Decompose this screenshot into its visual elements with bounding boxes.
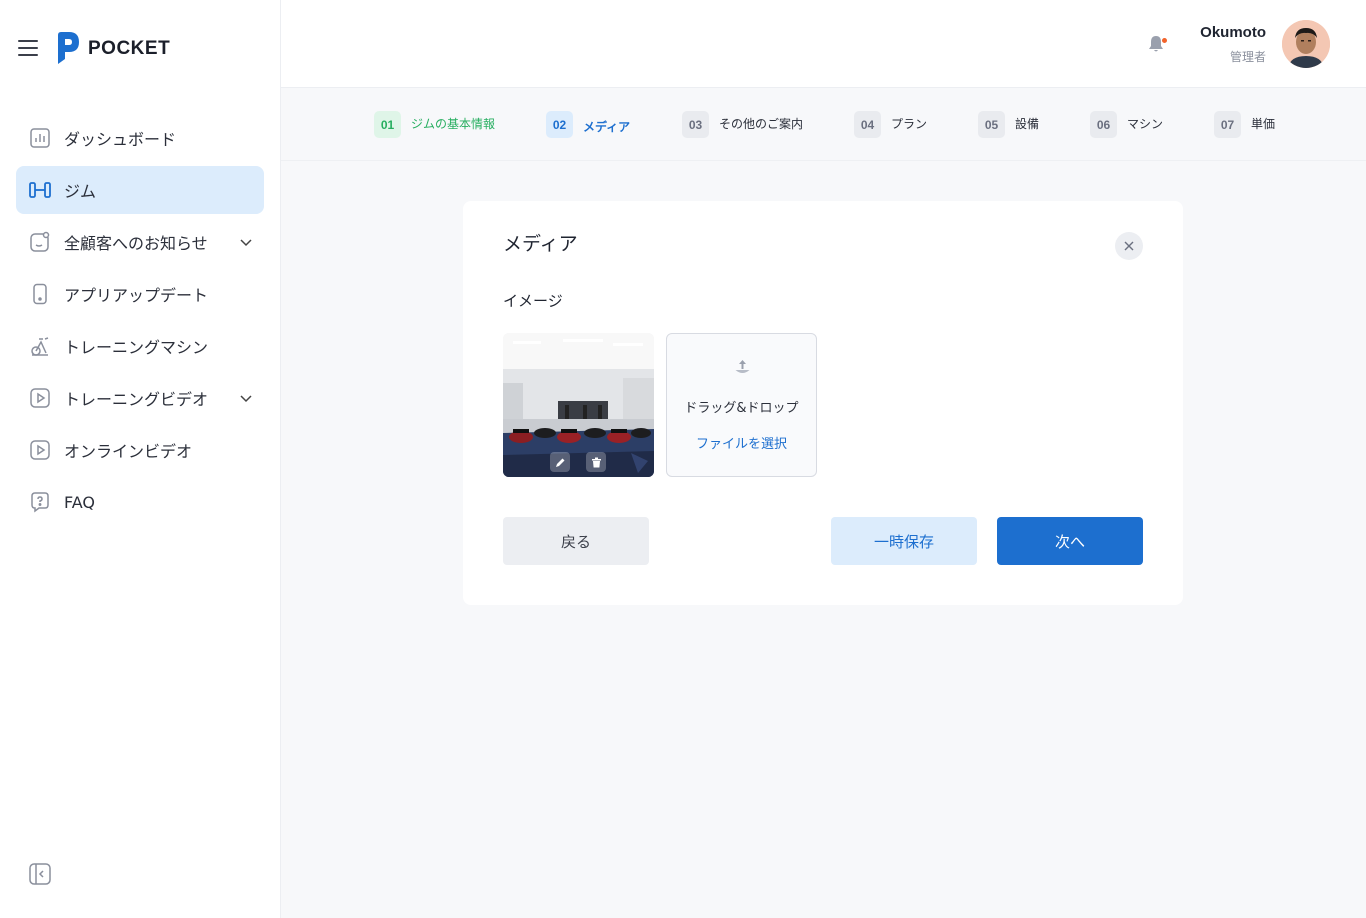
step-label: その他のご案内 xyxy=(719,117,804,131)
video-play-icon xyxy=(28,386,52,410)
step-basic-info[interactable]: 01 ジムの基本情報 xyxy=(374,111,495,138)
step-plan[interactable]: 04 プラン xyxy=(854,111,927,138)
media-card: メディア イメージ ドラッグ&ドロップ ファイルを選択 戻る 一時保存 次へ xyxy=(463,201,1183,605)
step-unit-price[interactable]: 07 単価 xyxy=(1214,111,1275,138)
back-button[interactable]: 戻る xyxy=(503,517,649,565)
uploaded-image[interactable] xyxy=(503,333,654,477)
chevron-down-icon[interactable] xyxy=(238,390,254,406)
step-label: マシン xyxy=(1127,117,1164,131)
sidebar-item-label: ダッシュボード xyxy=(64,130,177,149)
upload-icon xyxy=(735,360,750,373)
pencil-icon xyxy=(555,458,564,467)
bar-chart-icon xyxy=(28,126,52,150)
close-button[interactable] xyxy=(1115,232,1143,260)
close-icon xyxy=(1124,241,1134,251)
sidebar: POCKET ダッシュボード ジム 全顧客へのお知らせ アプリアップデート トレ… xyxy=(0,0,281,918)
user-name: Okumoto xyxy=(1200,24,1266,41)
pocket-logo-icon xyxy=(58,32,79,64)
sidebar-item-label: ジム xyxy=(64,182,97,201)
collapse-sidebar-icon[interactable] xyxy=(28,862,52,886)
next-button[interactable]: 次へ xyxy=(997,517,1143,565)
dropzone-text: ドラッグ&ドロップ xyxy=(684,401,799,416)
step-number: 02 xyxy=(546,111,573,138)
gym-photo xyxy=(503,333,654,477)
image-dropzone[interactable]: ドラッグ&ドロップ ファイルを選択 xyxy=(666,333,817,477)
sidebar-item-training-machine[interactable]: トレーニングマシン xyxy=(16,322,264,370)
sidebar-item-label: オンラインビデオ xyxy=(64,442,193,461)
notification-dot xyxy=(1161,37,1168,44)
card-title: メディア xyxy=(503,233,578,255)
save-draft-button[interactable]: 一時保存 xyxy=(831,517,977,565)
avatar[interactable] xyxy=(1282,20,1330,68)
step-other-info[interactable]: 03 その他のご案内 xyxy=(682,111,803,138)
logo[interactable]: POCKET xyxy=(56,31,170,65)
select-file-link[interactable]: ファイルを選択 xyxy=(667,433,816,452)
delete-image-button[interactable] xyxy=(586,452,606,472)
question-bubble-icon xyxy=(28,490,52,514)
section-label: イメージ xyxy=(503,292,563,310)
phone-icon xyxy=(28,282,52,306)
sidebar-item-dashboard[interactable]: ダッシュボード xyxy=(16,114,264,162)
sidebar-item-label: 全顧客へのお知らせ xyxy=(64,234,208,253)
sidebar-item-faq[interactable]: FAQ xyxy=(16,478,264,526)
sidebar-item-label: トレーニングビデオ xyxy=(64,390,209,409)
sidebar-item-announcements[interactable]: 全顧客へのお知らせ xyxy=(16,218,264,266)
sidebar-item-gym[interactable]: ジム xyxy=(16,166,264,214)
step-number: 04 xyxy=(854,111,881,138)
step-label: ジムの基本情報 xyxy=(411,117,496,131)
user-role: 管理者 xyxy=(1229,50,1266,64)
step-number: 06 xyxy=(1090,111,1117,138)
step-machines[interactable]: 06 マシン xyxy=(1090,111,1163,138)
edit-image-button[interactable] xyxy=(550,452,570,472)
sidebar-item-training-video[interactable]: トレーニングビデオ xyxy=(16,374,264,422)
notice-icon xyxy=(28,230,52,254)
step-facilities[interactable]: 05 設備 xyxy=(978,111,1039,138)
menu-icon[interactable] xyxy=(18,40,38,56)
logo-text: POCKET xyxy=(88,38,171,59)
exercise-bike-icon xyxy=(28,334,52,358)
trash-icon xyxy=(591,457,601,467)
video-play-icon xyxy=(28,438,52,462)
sidebar-item-label: FAQ xyxy=(64,492,95,512)
sidebar-item-app-update[interactable]: アプリアップデート xyxy=(16,270,264,318)
step-number: 05 xyxy=(978,111,1005,138)
chevron-down-icon[interactable] xyxy=(238,234,254,250)
step-label: メディア xyxy=(583,120,631,134)
step-number: 01 xyxy=(374,111,401,138)
sidebar-item-label: トレーニングマシン xyxy=(64,338,209,357)
step-media[interactable]: 02 メディア xyxy=(546,111,630,138)
step-label: 設備 xyxy=(1015,117,1040,131)
sidebar-item-online-video[interactable]: オンラインビデオ xyxy=(16,426,264,474)
step-number: 07 xyxy=(1214,111,1241,138)
gym-icon xyxy=(28,178,52,202)
step-label: 単価 xyxy=(1251,117,1276,131)
step-label: プラン xyxy=(891,117,928,131)
top-header: Okumoto 管理者 xyxy=(281,0,1366,88)
step-progress: 01 ジムの基本情報 02 メディア 03 その他のご案内 04 プラン 05 … xyxy=(281,89,1366,161)
step-number: 03 xyxy=(682,111,709,138)
sidebar-item-label: アプリアップデート xyxy=(64,286,209,305)
sidebar-nav: ダッシュボード ジム 全顧客へのお知らせ アプリアップデート トレーニングマシン… xyxy=(16,114,264,530)
